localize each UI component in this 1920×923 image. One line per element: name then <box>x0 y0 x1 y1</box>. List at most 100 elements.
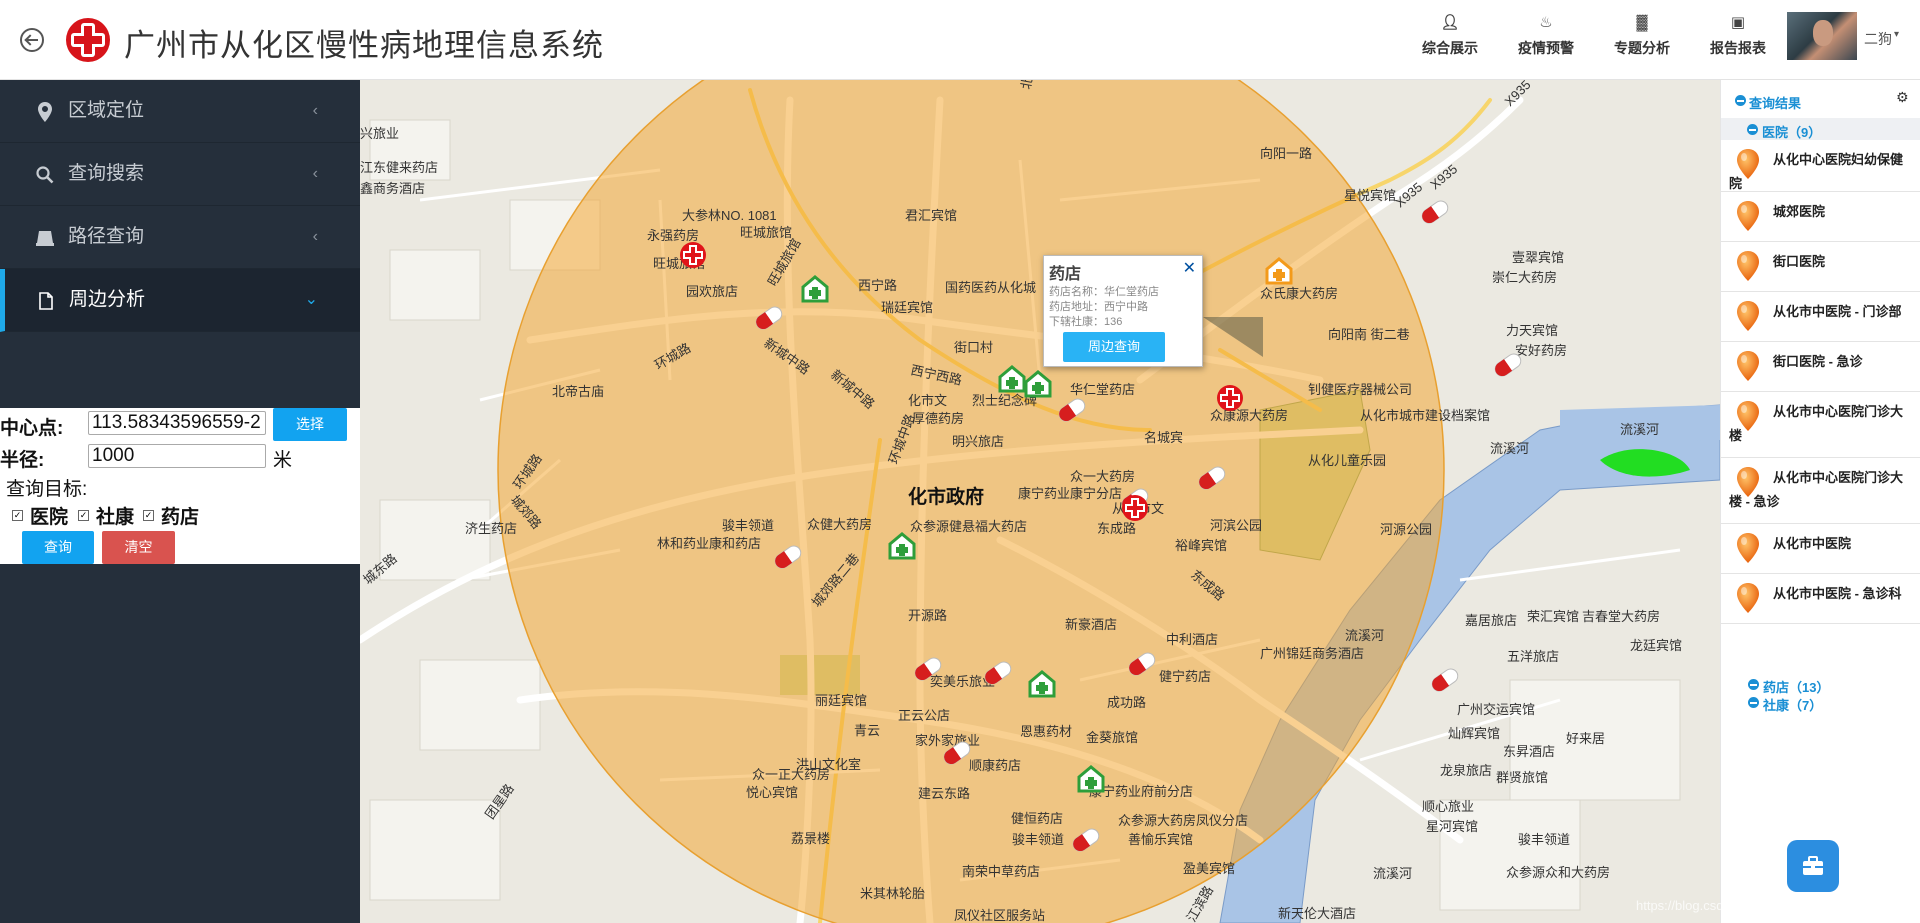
chevron-left-icon: ‹ <box>312 228 318 245</box>
briefcase-icon <box>1803 856 1823 875</box>
header-bar: 广州市从化区慢性病地理信息系统 👤︎ 综合展示 ♨ 疫情预警 ▓ 专题分析 ▣ … <box>0 0 1920 80</box>
hospital-checkbox-label: 医院 <box>30 507 69 528</box>
map-place-label: 明兴旅店 <box>952 434 1004 449</box>
nav-label: 疫情预警 <box>1518 40 1574 56</box>
collapse-icon[interactable] <box>1748 679 1759 690</box>
map-place-label: 盈美宾馆 <box>1183 861 1235 876</box>
map-place-label: 丽廷宾馆 <box>815 693 867 708</box>
sidebar-item-label: 查询搜索 <box>68 163 145 184</box>
hospital-group-header[interactable]: 医院（9） <box>1721 118 1920 140</box>
search-icon <box>34 143 56 205</box>
map-place-label: 瑞廷宾馆 <box>881 300 933 315</box>
clear-button[interactable]: 清空 <box>102 531 175 564</box>
map-place-label: 星悦宾馆 <box>1344 188 1396 203</box>
watermark: https://blog.csdn.net/weixin_44538423 <box>1636 898 1858 913</box>
hospital-result-item[interactable]: 从化市中医院 <box>1721 524 1920 574</box>
radius-input[interactable]: 1000 <box>88 444 266 468</box>
map-place-label: 嘉居旅店 <box>1465 613 1517 628</box>
map-place-label: 君汇宾馆 <box>905 208 957 223</box>
sidebar-item-surrounding-analysis[interactable]: 周边分析 ⌄ <box>0 269 360 332</box>
hospital-result-item[interactable]: 街口医院 <box>1721 242 1920 292</box>
avatar[interactable] <box>1787 12 1857 60</box>
map-place-label: 力天宾馆 <box>1506 323 1558 338</box>
map-place-label: 崇仁大药房 <box>1492 270 1557 285</box>
pharmacy-checkbox[interactable]: ✓ <box>143 510 154 521</box>
sidebar-item-search[interactable]: 查询搜索 ‹ <box>0 143 360 206</box>
back-icon[interactable] <box>20 28 44 52</box>
map-place-label: 广州锦廷商务酒店 <box>1260 646 1364 661</box>
map-canvas[interactable]: 兴旅业江东健来药店鑫商务酒店大参林NO. 1081永强药房 旺城旅馆旺城旅馆园欢旅… <box>360 80 1720 923</box>
map-place-label: 成功路 <box>1107 695 1146 710</box>
toolbox-button[interactable] <box>1787 840 1839 892</box>
center-point-input[interactable]: 113.58343596559-2 <box>88 411 266 435</box>
road-icon <box>34 206 56 268</box>
map-place-label: 骏丰领道 <box>722 518 774 533</box>
map-place-label: 东成路 <box>1097 521 1136 536</box>
community-health-group-label[interactable]: 社康（7） <box>1763 695 1822 714</box>
user-name[interactable]: 二狗 <box>1864 29 1892 49</box>
map-place-label: 流溪河 <box>1345 628 1384 643</box>
pharmacy-checkbox-label: 药店 <box>161 507 200 528</box>
hospital-marker-icon[interactable] <box>1217 385 1243 411</box>
hospital-result-item[interactable]: 从化市中医院 - 急诊科 <box>1721 574 1920 624</box>
map-place-label: 青云 <box>854 723 880 738</box>
hospital-result-item[interactable]: 从化中心医院妇幼保健院 <box>1721 140 1920 192</box>
nav-topic-analysis[interactable]: ▓ 专题分析 <box>1602 12 1682 58</box>
popup-pharmacy-address: 药店地址：西宁中路 <box>1049 301 1148 313</box>
map-place-label: 众氏康大药房 <box>1260 286 1338 301</box>
map-place-label: 旺城旅馆 <box>740 225 792 240</box>
surrounding-analysis-form: 中心点: 113.58343596559-2 选择 半径: 1000 米 查询目… <box>0 408 360 564</box>
map-place-label: 建云东路 <box>918 786 970 801</box>
select-point-button[interactable]: 选择 <box>273 408 347 441</box>
hospital-result-item[interactable]: 从化市中医院 - 门诊部 <box>1721 292 1920 342</box>
hospital-result-item[interactable]: 城郊医院 <box>1721 192 1920 242</box>
hospital-marker-icon[interactable] <box>680 242 706 268</box>
collapse-icon[interactable] <box>1747 124 1758 135</box>
popup-pharmacy-name: 药店名称：华仁堂药店 <box>1049 286 1159 298</box>
map-place-label: 正云公店 <box>898 708 950 723</box>
map-place-label: 安好药房 <box>1515 343 1567 358</box>
close-icon[interactable]: ✕ <box>1183 258 1196 278</box>
sidebar-item-area-locate[interactable]: 区域定位 ‹ <box>0 80 360 143</box>
map-place-label: 灿辉宾馆 <box>1448 726 1500 741</box>
map-place-label: 众一正大药房 <box>752 767 830 782</box>
pharmacy-group-label[interactable]: 药店（13） <box>1763 677 1829 696</box>
map-place-label: 流溪河 <box>1620 422 1659 437</box>
map-place-label: 国药医药从化城 <box>945 280 1036 295</box>
collapse-icon[interactable] <box>1735 95 1746 106</box>
query-button[interactable]: 查询 <box>22 531 94 564</box>
hospital-checkbox[interactable]: ✓ <box>12 510 23 521</box>
map-place-label: 众参源大药房凤仪分店 <box>1118 813 1248 828</box>
map-place-label: 北帝古庙 <box>552 384 604 399</box>
app-title: 广州市从化区慢性病地理信息系统 <box>124 28 604 63</box>
map-place-label: 星河宾馆 <box>1426 819 1478 834</box>
collapse-icon[interactable] <box>1748 697 1759 708</box>
map-place-label: 从化市城市建设档案馆 <box>1360 408 1490 423</box>
nav-epidemic-warning[interactable]: ♨ 疫情预警 <box>1506 12 1586 58</box>
sidebar: 区域定位 ‹ 查询搜索 ‹ 路径查询 ‹ 周边分析 ⌄ 中心点: 113.583… <box>0 80 360 923</box>
community-health-checkbox[interactable]: ✓ <box>78 510 89 521</box>
map-place-label: 从化儿童乐园 <box>1308 453 1386 468</box>
results-panel: 查询结果 ⚙ 医院（9） 从化中心医院妇幼保健院 城郊医院 街口医院 从化市中医院 -… <box>1720 80 1920 923</box>
map-place-label: 健恒药店 <box>1011 811 1063 826</box>
settings-icon[interactable]: ⚙ <box>1896 89 1909 106</box>
map-place-label: 南荣中草药店 <box>962 864 1040 879</box>
chevron-down-icon[interactable]: ▾ <box>1894 29 1899 40</box>
hospital-result-item[interactable]: 街口医院 - 急诊 <box>1721 342 1920 392</box>
nav-label: 报告报表 <box>1710 40 1766 56</box>
map-place-label: 荔景楼 <box>791 831 830 846</box>
map-view[interactable]: 兴旅业 江东健来药店 鑫商务酒店 大参林NO. 1081 永强药房 旺城旅馆 旺城旅馆 园欢旅… <box>360 80 1720 923</box>
map-place-label: 华仁堂药店 <box>1070 382 1135 397</box>
nav-overview[interactable]: 👤︎ 综合展示 <box>1410 12 1490 58</box>
sidebar-item-route[interactable]: 路径查询 ‹ <box>0 206 360 269</box>
map-place-label: 鑫商务酒店 <box>360 181 425 196</box>
hospital-marker-icon[interactable] <box>1122 495 1148 521</box>
map-place-label: 五洋旅店 <box>1507 649 1559 664</box>
hospital-result-item[interactable]: 从化市中心医院门诊大楼 <box>1721 392 1920 458</box>
map-place-label: 钊健医疗器械公司 <box>1308 382 1412 397</box>
image-icon: ▣ <box>1730 14 1746 31</box>
surrounding-query-button[interactable]: 周边查询 <box>1063 332 1165 362</box>
hospital-result-item[interactable]: 从化市中心医院门诊大楼 - 急诊 <box>1721 458 1920 524</box>
nav-reports[interactable]: ▣ 报告报表 <box>1698 12 1778 58</box>
map-place-label: 龙廷宾馆 <box>1630 638 1682 653</box>
